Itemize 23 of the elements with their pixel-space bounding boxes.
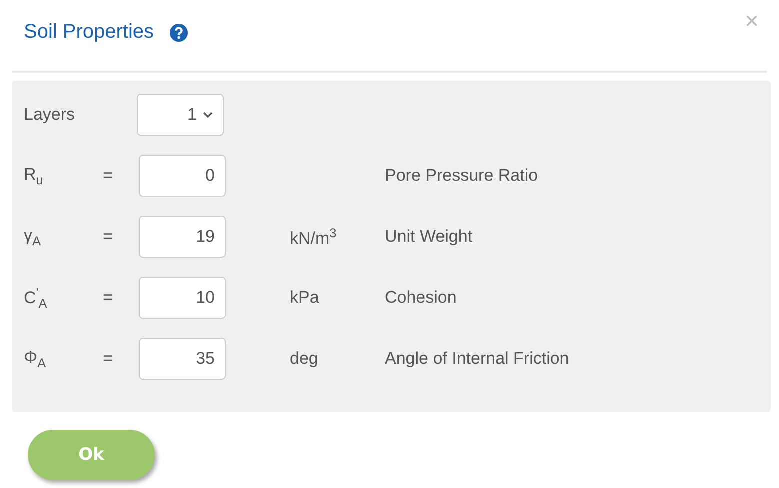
unit-label: deg bbox=[290, 349, 318, 368]
description-label: Cohesion bbox=[385, 288, 457, 308]
equals-sign: = bbox=[103, 349, 114, 369]
field-label: Layers bbox=[24, 105, 76, 125]
unit-label: kPa bbox=[290, 288, 320, 307]
equals-sign: = bbox=[103, 227, 114, 247]
input-field[interactable]: 10 bbox=[139, 277, 226, 319]
description-label: Unit Weight bbox=[385, 227, 473, 247]
symbol-label: γ$_{A}$ bbox=[24, 226, 42, 248]
equals-sign: = bbox=[103, 166, 114, 186]
help-icon[interactable] bbox=[170, 24, 188, 42]
input-field[interactable]: 0 bbox=[139, 155, 226, 197]
equals-sign: = bbox=[103, 288, 114, 308]
input-field[interactable]: 35 bbox=[139, 338, 226, 380]
input-field[interactable]: 19 bbox=[139, 216, 226, 258]
description-label: Angle of Internal Friction bbox=[385, 349, 570, 369]
chevron-down-icon bbox=[203, 112, 213, 118]
description-label: Pore Pressure Ratio bbox=[385, 166, 538, 186]
symbol-label: R$_{u}$ bbox=[24, 164, 44, 188]
dialog-title: Soil Properties bbox=[24, 21, 154, 44]
symbol-label: Φ$_{A}$ bbox=[24, 348, 48, 370]
layers-dropdown[interactable]: 1 bbox=[137, 94, 224, 136]
unit-label: kN/m$^{3}$ bbox=[290, 228, 337, 248]
